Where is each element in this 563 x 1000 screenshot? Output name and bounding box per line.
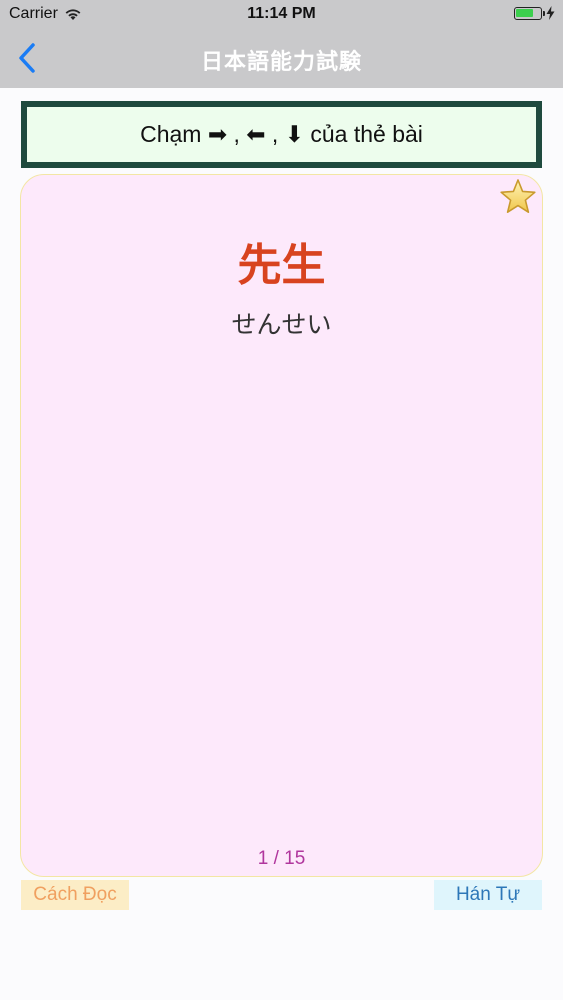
reading-button[interactable]: Cách Đọc xyxy=(21,880,129,910)
instruction-banner: Chạm ➡ , ⬅ , ⬇ của thẻ bài xyxy=(21,101,542,168)
battery-icon xyxy=(514,6,545,20)
nav-title: 日本語能力試験 xyxy=(200,49,362,74)
charging-bolt-icon xyxy=(546,6,555,20)
battery-fill xyxy=(516,8,533,17)
card-kanji: 先生 xyxy=(237,241,326,290)
battery-group xyxy=(514,6,555,20)
card-reading: せんせい xyxy=(231,311,332,339)
flashcard[interactable]: 先生 せんせい 1 / 15 xyxy=(20,174,543,877)
favorite-star-icon[interactable] xyxy=(498,177,538,217)
status-bar: Carrier 11:14 PM xyxy=(0,0,563,30)
card-counter: 1 / 15 xyxy=(257,848,306,869)
instruction-text: Chạm ➡ , ⬅ , ⬇ của thẻ bài xyxy=(140,121,423,147)
navigation-bar: 日本語能力試験 xyxy=(0,30,563,88)
status-time: 11:14 PM xyxy=(247,5,316,22)
kanji-button[interactable]: Hán Tự xyxy=(434,880,542,910)
